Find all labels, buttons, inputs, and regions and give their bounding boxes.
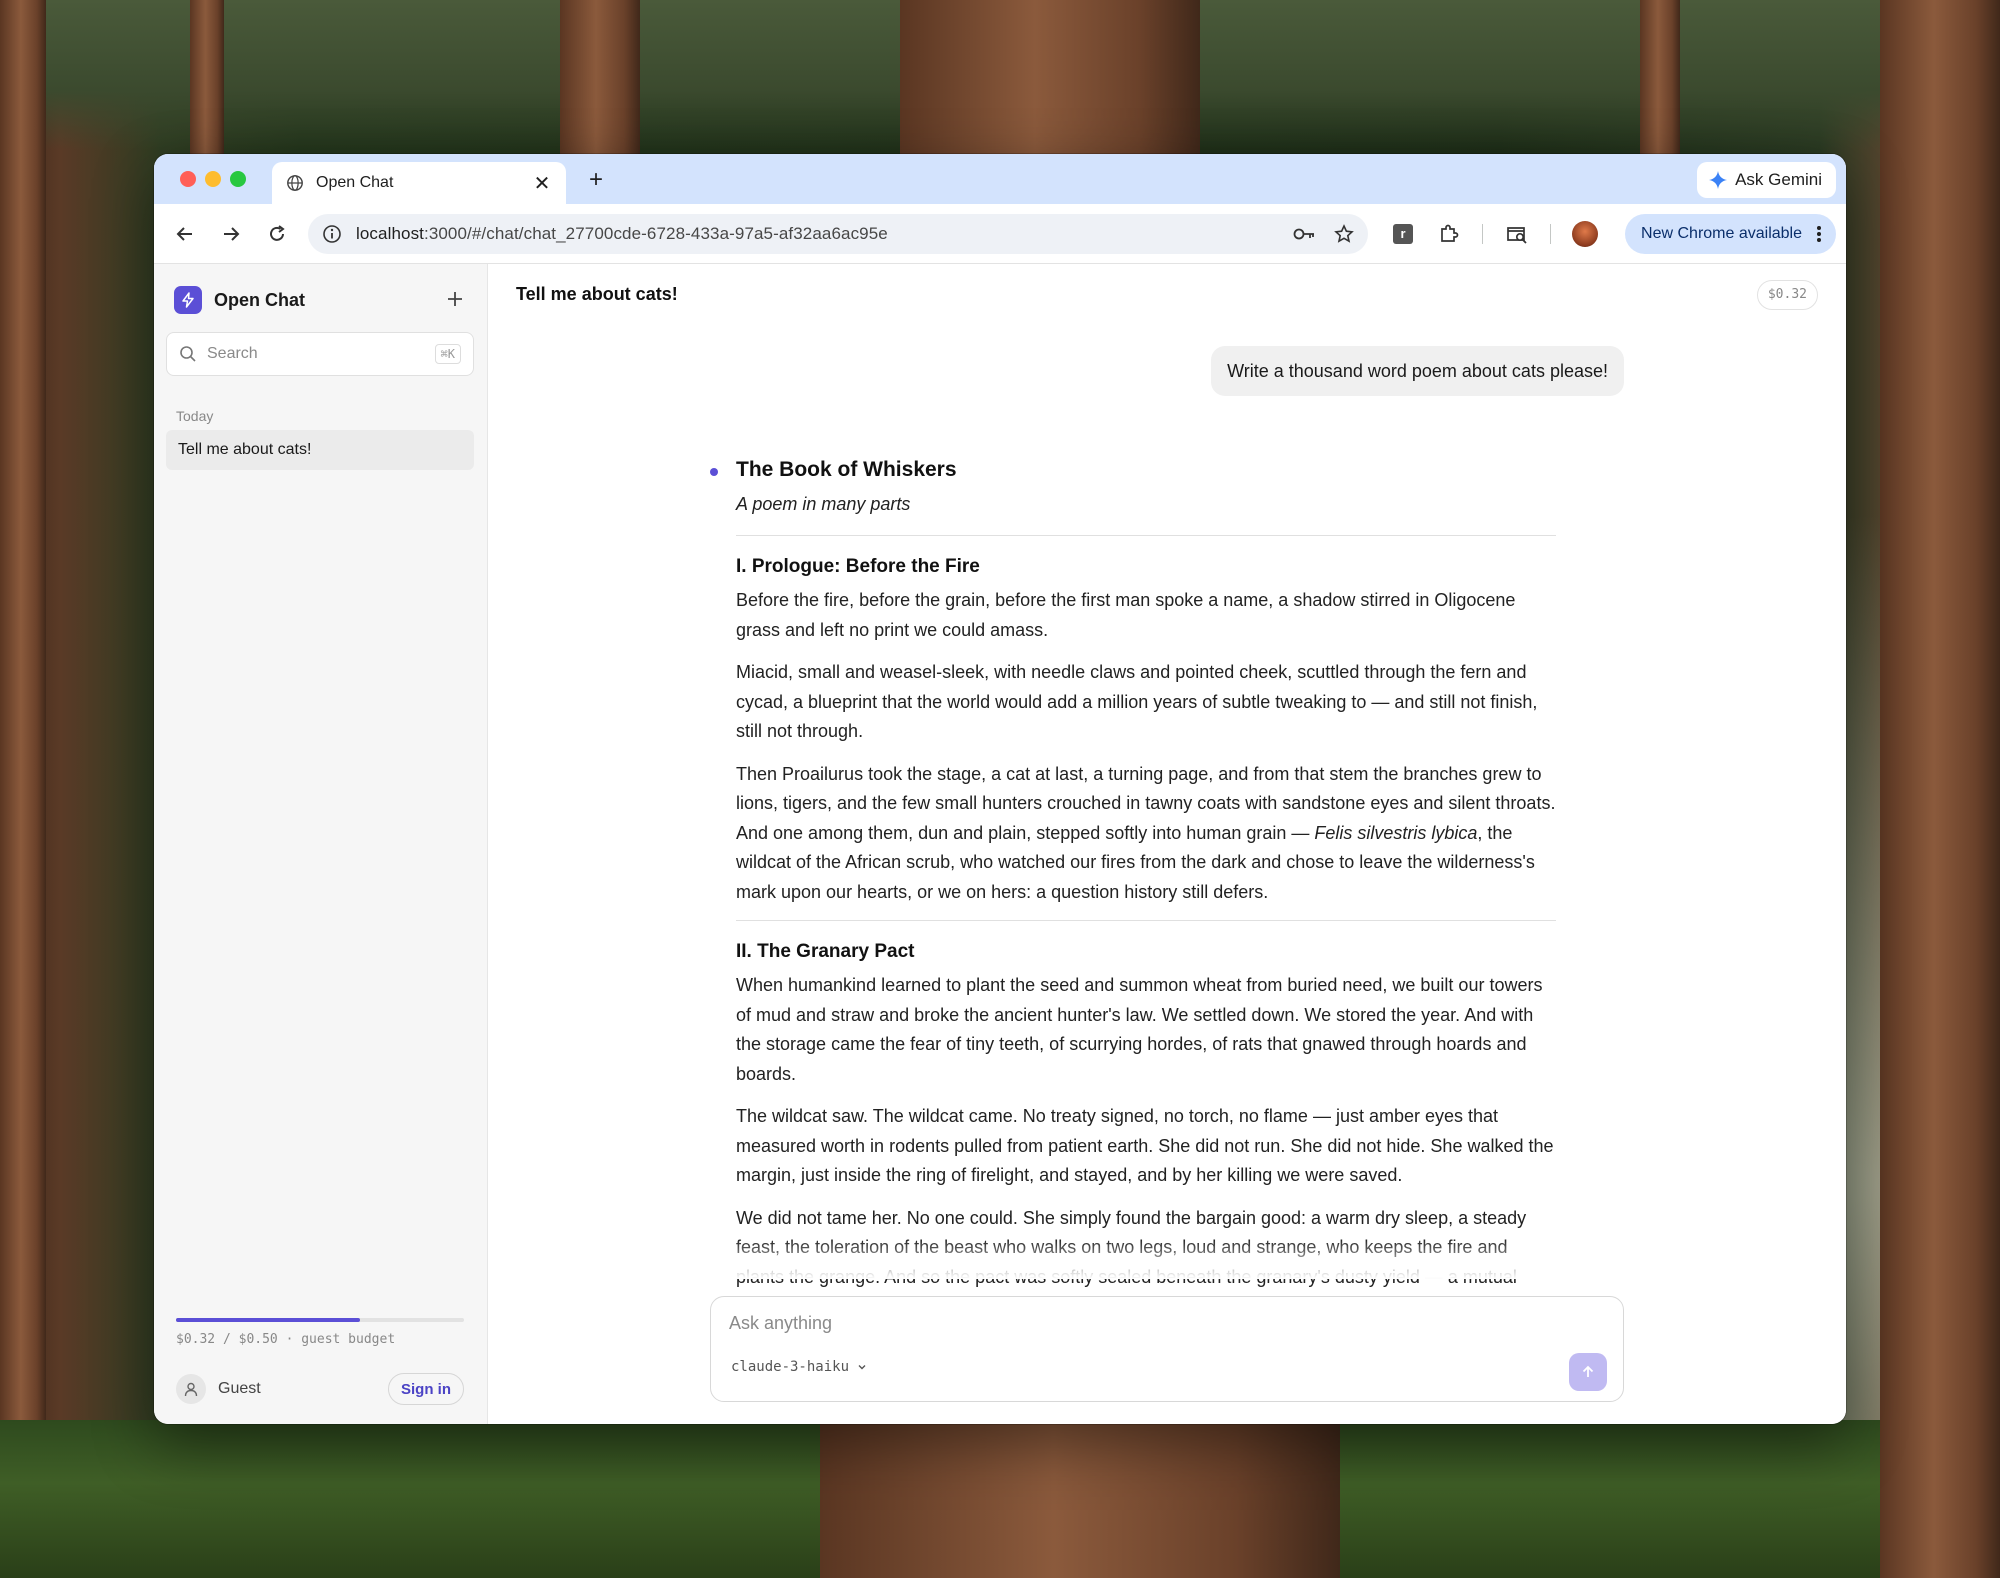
window-minimize-button[interactable] bbox=[205, 171, 221, 187]
gemini-sparkle-icon bbox=[1709, 171, 1728, 189]
budget-progress-bar bbox=[176, 1318, 464, 1322]
toolbar-separator bbox=[1550, 224, 1551, 244]
profile-avatar bbox=[1572, 221, 1598, 247]
profile-button[interactable] bbox=[1570, 219, 1600, 249]
tab-open-chat[interactable]: Open Chat ✕ bbox=[272, 162, 566, 204]
user-row: Guest Sign in bbox=[176, 1372, 464, 1406]
user-icon bbox=[184, 1382, 198, 1397]
browser-toolbar: localhost:3000/#/chat/chat_27700cde-6728… bbox=[154, 204, 1846, 264]
section-heading: I. Prologue: Before the Fire bbox=[736, 556, 980, 577]
ask-gemini-button[interactable]: Ask Gemini bbox=[1697, 162, 1836, 198]
composer: claude-3-haiku bbox=[710, 1296, 1624, 1402]
wallpaper-tree-trunk bbox=[820, 1424, 1340, 1578]
address-bar[interactable]: localhost:3000/#/chat/chat_27700cde-6728… bbox=[308, 214, 1368, 254]
chrome-update-button[interactable]: New Chrome available bbox=[1625, 214, 1836, 254]
forward-button[interactable] bbox=[216, 219, 246, 249]
poem-paragraph: The wildcat saw. The wildcat came. No tr… bbox=[736, 1106, 1554, 1185]
extension-r-button[interactable]: r bbox=[1388, 219, 1418, 249]
user-message-bubble: Write a thousand word poem about cats pl… bbox=[1211, 346, 1624, 396]
section-label-today: Today bbox=[176, 408, 214, 424]
assistant-indicator-dot bbox=[710, 468, 718, 476]
extensions-button[interactable] bbox=[1434, 219, 1464, 249]
bookmark-star-icon[interactable] bbox=[1334, 224, 1354, 244]
cost-badge: $0.32 bbox=[1756, 280, 1818, 310]
key-icon[interactable] bbox=[1292, 224, 1316, 244]
wallpaper-tree-trunk bbox=[560, 0, 640, 160]
arrow-up-icon bbox=[1582, 1365, 1594, 1377]
more-vertical-icon[interactable] bbox=[1816, 225, 1822, 243]
poem-paragraph: Miacid, small and weasel-sleek, with nee… bbox=[736, 662, 1538, 741]
lightning-bolt-icon bbox=[174, 286, 202, 314]
poem-paragraph: Before the fire, before the grain, befor… bbox=[736, 590, 1516, 640]
window-maximize-button[interactable] bbox=[230, 171, 246, 187]
user-name: Guest bbox=[218, 1380, 261, 1397]
puzzle-icon bbox=[1441, 224, 1459, 242]
scroll-fade bbox=[488, 1239, 1846, 1279]
section-heading: II. The Granary Pact bbox=[736, 941, 915, 962]
conversation-title: Tell me about cats! bbox=[178, 441, 312, 458]
new-tab-button[interactable]: + bbox=[582, 166, 610, 194]
app-name: Open Chat bbox=[214, 289, 306, 310]
poem-paragraph: Then Proailurus took the stage, a cat at… bbox=[736, 760, 1556, 908]
conversation-item[interactable]: Tell me about cats! bbox=[166, 430, 474, 470]
message-input[interactable] bbox=[729, 1313, 1589, 1341]
toolbar-separator bbox=[1482, 224, 1483, 244]
divider bbox=[736, 535, 1556, 536]
url-path: :3000/#/chat/chat_27700cde-6728-433a-97a… bbox=[424, 224, 888, 243]
back-button[interactable] bbox=[170, 219, 200, 249]
sidebar: Open Chat ⌘K Today Tell me about cats! $… bbox=[154, 264, 488, 1424]
url-host: localhost bbox=[356, 224, 424, 243]
chevron-down-icon bbox=[858, 1365, 866, 1370]
tab-search-icon bbox=[1507, 227, 1527, 244]
wallpaper-tree-trunk bbox=[190, 0, 224, 160]
search-input[interactable] bbox=[207, 345, 425, 363]
tab-close-icon[interactable]: ✕ bbox=[532, 171, 552, 196]
search-shortcut-badge: ⌘K bbox=[434, 344, 461, 364]
divider bbox=[736, 920, 1556, 921]
arrow-left-icon bbox=[176, 227, 192, 241]
wallpaper-tree-trunk bbox=[0, 0, 46, 1578]
address-url[interactable]: localhost:3000/#/chat/chat_27700cde-6728… bbox=[356, 224, 1292, 244]
reload-button[interactable] bbox=[262, 219, 292, 249]
globe-icon bbox=[287, 175, 303, 191]
tab-search-button[interactable] bbox=[1502, 219, 1532, 249]
poem-paragraph: When humankind learned to plant the seed… bbox=[736, 975, 1543, 1084]
poem-paragraph-italic: Felis silvestris lybica bbox=[1314, 822, 1478, 843]
chat-main: Tell me about cats! $0.32 Write a thousa… bbox=[488, 264, 1846, 1424]
site-info-icon[interactable] bbox=[322, 224, 342, 244]
poem-title: The Book of Whiskers bbox=[736, 458, 957, 481]
user-message-text: Write a thousand word poem about cats pl… bbox=[1227, 360, 1608, 381]
wallpaper-tree-trunk bbox=[1880, 0, 2000, 1578]
reload-icon bbox=[270, 225, 285, 241]
budget-progress-fill bbox=[176, 1318, 361, 1322]
new-chat-button[interactable] bbox=[443, 288, 467, 312]
plus-icon bbox=[448, 292, 462, 306]
wallpaper-tree-trunk bbox=[900, 0, 1200, 160]
budget-text: $0.32 / $0.50 · guest budget bbox=[176, 1332, 396, 1347]
tab-strip: Open Chat ✕ + Ask Gemini bbox=[154, 154, 1846, 204]
arrow-right-icon bbox=[224, 227, 240, 241]
chat-title: Tell me about cats! bbox=[516, 284, 678, 304]
search-box[interactable]: ⌘K bbox=[166, 332, 474, 376]
user-avatar bbox=[176, 1374, 206, 1404]
sign-in-button[interactable]: Sign in bbox=[388, 1373, 464, 1405]
brand: Open Chat bbox=[174, 286, 305, 314]
browser-window: Open Chat ✕ + Ask Gemini localhost:3000/… bbox=[154, 154, 1846, 1424]
poem-subtitle: A poem in many parts bbox=[736, 494, 911, 514]
ask-gemini-label: Ask Gemini bbox=[1735, 170, 1822, 189]
window-close-button[interactable] bbox=[180, 171, 196, 187]
extension-r-icon: r bbox=[1393, 224, 1413, 244]
model-name: claude-3-haiku bbox=[731, 1359, 850, 1375]
send-button[interactable] bbox=[1569, 1353, 1607, 1391]
search-icon bbox=[180, 346, 196, 362]
chrome-update-label: New Chrome available bbox=[1641, 225, 1802, 242]
assistant-message: The Book of Whiskers A poem in many part… bbox=[710, 456, 1556, 1335]
model-selector[interactable]: claude-3-haiku bbox=[731, 1359, 867, 1375]
tab-title: Open Chat bbox=[316, 174, 394, 191]
wallpaper-tree-trunk bbox=[1640, 0, 1680, 160]
